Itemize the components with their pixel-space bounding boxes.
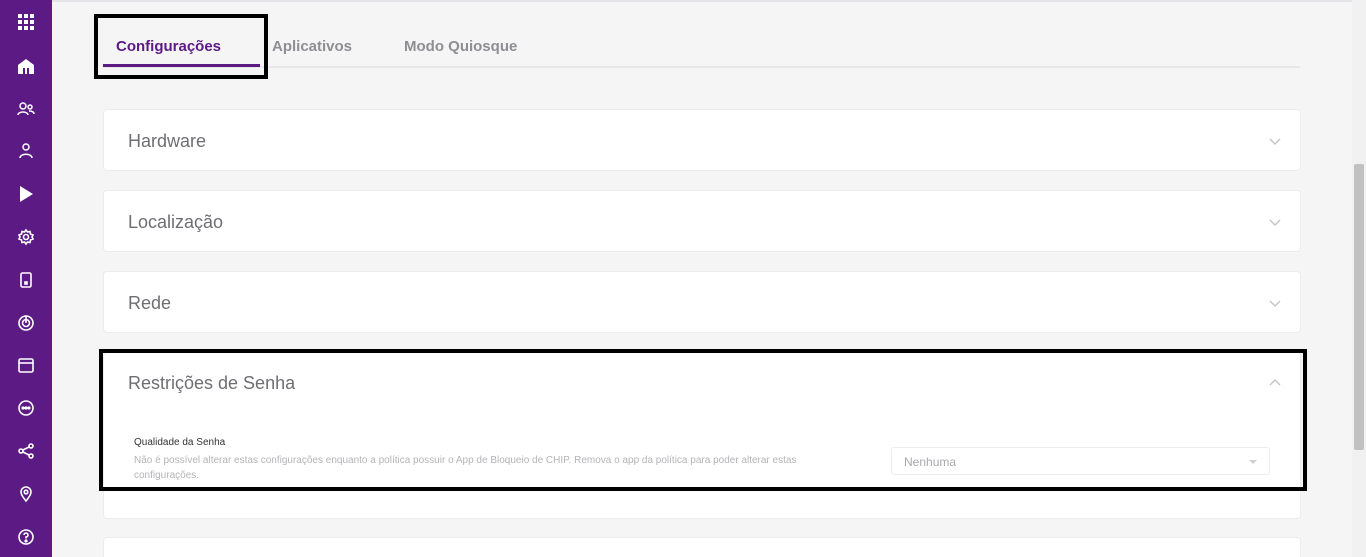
scrollbar[interactable]	[1352, 0, 1366, 557]
top-border	[52, 0, 1366, 2]
select-value: Nenhuma	[904, 455, 957, 469]
caret-down-icon	[1249, 460, 1257, 464]
tab-modo-quiosque[interactable]: Modo Quiosque	[404, 38, 517, 55]
password-quality-label: Qualidade da Senha	[134, 437, 226, 448]
help-icon[interactable]	[14, 525, 38, 549]
location-icon[interactable]	[14, 482, 38, 506]
panel-rede[interactable]: Rede	[103, 271, 1301, 333]
panel-next[interactable]	[103, 537, 1301, 557]
panel-title-hardware: Hardware	[128, 131, 207, 151]
policies-gear-icon[interactable]	[14, 225, 38, 249]
user-icon[interactable]	[14, 139, 38, 163]
panel-title-restricoes-senha[interactable]: Restrições de Senha	[128, 373, 295, 394]
panel-title-localizacao: Localização	[128, 212, 224, 232]
dashboard-icon[interactable]	[14, 54, 38, 78]
chat-icon[interactable]	[14, 396, 38, 420]
chevron-down-icon	[1268, 215, 1282, 229]
radar-icon[interactable]	[14, 311, 38, 335]
tab-bar: Configurações Aplicativos Modo Quiosque	[103, 22, 1300, 68]
tab-aplicativos[interactable]: Aplicativos	[272, 38, 352, 55]
password-quality-description: Não é possível alterar estas configuraçõ…	[134, 455, 797, 481]
scrollbar-thumb[interactable]	[1354, 164, 1364, 450]
panel-localizacao[interactable]: Localização	[103, 190, 1301, 252]
sidebar	[0, 0, 52, 557]
play-store-icon[interactable]	[14, 182, 38, 206]
chevron-down-icon	[1268, 134, 1282, 148]
share-icon[interactable]	[14, 439, 38, 463]
calendar-icon[interactable]	[14, 353, 38, 377]
active-tab-indicator	[103, 64, 260, 67]
password-quality-select[interactable]: Nenhuma	[891, 447, 1270, 475]
apps-grid-icon[interactable]	[14, 10, 38, 34]
chevron-up-icon[interactable]	[1268, 376, 1282, 390]
panel-restricoes-senha: Restrições de Senha	[103, 352, 1301, 519]
chevron-down-icon	[1268, 296, 1282, 310]
tab-configuracoes[interactable]: Configurações	[116, 38, 221, 55]
panel-title-rede: Rede	[128, 293, 172, 313]
panel-hardware[interactable]: Hardware	[103, 109, 1301, 171]
groups-icon[interactable]	[14, 97, 38, 121]
device-icon[interactable]	[14, 268, 38, 292]
